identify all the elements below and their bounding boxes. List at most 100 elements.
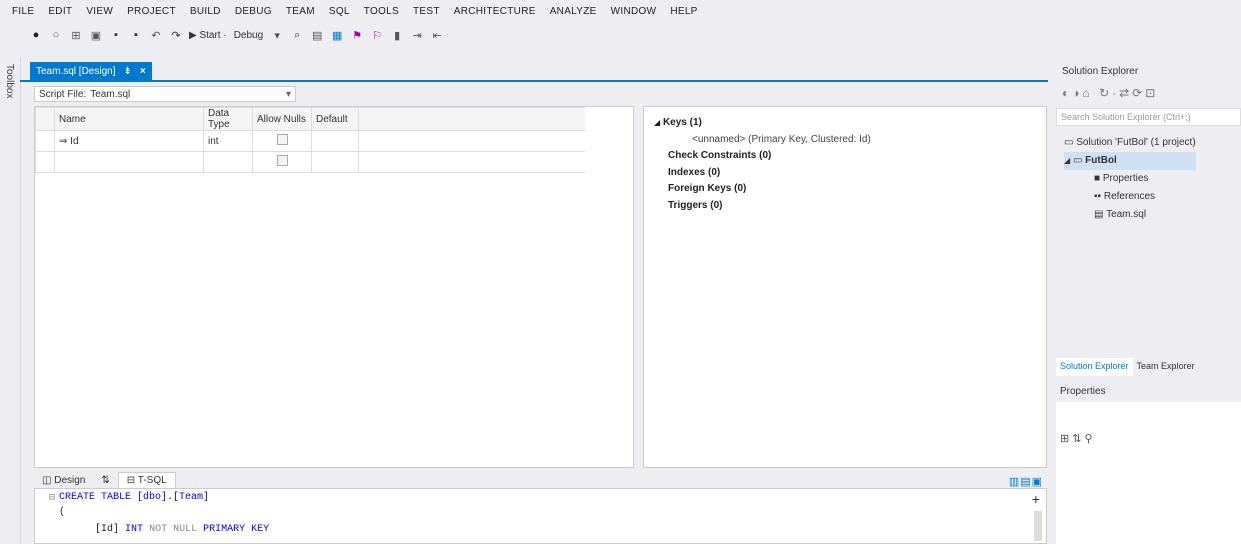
check-constraints-node[interactable]: Check Constraints (0): [654, 148, 871, 165]
indexes-node[interactable]: Indexes (0): [654, 165, 871, 182]
solution-icon: ▭: [1064, 137, 1074, 148]
menu-view[interactable]: VIEW: [79, 6, 120, 17]
data-type-cell[interactable]: int: [203, 130, 253, 152]
tab-solution-explorer[interactable]: Solution Explorer: [1056, 358, 1133, 376]
bookmark-next-icon[interactable]: ⚐: [367, 26, 387, 44]
menu-build[interactable]: BUILD: [183, 6, 228, 17]
find-icon[interactable]: ⌕: [287, 26, 307, 44]
table-row[interactable]: [35, 151, 585, 173]
layout-icon[interactable]: ▤: [307, 26, 327, 44]
primary-key-item[interactable]: <unnamed> (Primary Key, Clustered: Id): [654, 132, 871, 149]
tab-tsql[interactable]: ⊟ T-SQL: [117, 472, 176, 488]
menu-help[interactable]: HELP: [663, 6, 704, 17]
back-icon[interactable]: ●: [26, 26, 46, 44]
swap-panes-icon[interactable]: ⇅: [93, 473, 117, 488]
script-file-selector[interactable]: Script File: Team.sql ▾: [34, 86, 296, 102]
configuration-dropdown[interactable]: Debug: [230, 30, 267, 41]
explorer-tabs: Solution Explorer Team Explorer: [1056, 358, 1241, 376]
keys-node[interactable]: ◢ Keys (1): [654, 115, 871, 132]
pin-icon[interactable]: ⇟: [123, 66, 131, 77]
vertical-scrollbar[interactable]: [1034, 511, 1042, 541]
sql-not-null: NOT NULL: [149, 524, 198, 535]
table-row[interactable]: ⇒ Id int: [35, 130, 585, 152]
toolbox-label[interactable]: Toolbox: [4, 64, 15, 98]
indent-icon[interactable]: ⇥: [407, 26, 427, 44]
tab-design[interactable]: ◫ Design: [34, 473, 93, 488]
sql-line-paren: (: [59, 507, 66, 518]
header-name: Name: [54, 107, 204, 131]
column-name-cell[interactable]: Id: [70, 136, 78, 147]
pane-layout-icons[interactable]: ▥▤▣: [1009, 475, 1043, 488]
menu-test[interactable]: TEST: [406, 6, 447, 17]
wrench-icon: ■: [1094, 173, 1101, 184]
project-node[interactable]: ◢ ▭ FutBol: [1064, 152, 1196, 170]
references-icon: ▪▪: [1094, 191, 1102, 202]
menu-team[interactable]: TEAM: [279, 6, 322, 17]
undo-icon[interactable]: ↶: [146, 26, 166, 44]
start-button[interactable]: ▶ Start ·: [186, 26, 230, 44]
bookmark-icon[interactable]: ⚑: [347, 26, 367, 44]
table-properties-pane: ◢ Keys (1) <unnamed> (Primary Key, Clust…: [643, 106, 1047, 468]
allow-nulls-checkbox[interactable]: [276, 134, 288, 145]
row-marker[interactable]: [35, 151, 55, 173]
references-node[interactable]: ▪▪ References: [1064, 188, 1196, 206]
menu-project[interactable]: PROJECT: [120, 6, 183, 17]
open-icon[interactable]: ▣: [86, 26, 106, 44]
default-cell[interactable]: [311, 151, 359, 173]
sql-primary-key: PRIMARY KEY: [203, 524, 270, 535]
collapse-icon[interactable]: ⊟: [49, 492, 55, 504]
forward-icon[interactable]: ○: [46, 26, 66, 44]
menu-analyze[interactable]: ANALYZE: [543, 6, 604, 17]
keys-tree: ◢ Keys (1) <unnamed> (Primary Key, Clust…: [654, 115, 871, 214]
foreign-keys-node[interactable]: Foreign Keys (0): [654, 181, 871, 198]
default-cell[interactable]: [311, 130, 359, 152]
properties-title: Properties: [1060, 386, 1106, 397]
row-marker[interactable]: [35, 130, 55, 152]
menu-sql[interactable]: SQL: [322, 6, 357, 17]
menu-debug[interactable]: DEBUG: [228, 6, 279, 17]
sql-editor[interactable]: ⊟ CREATE TABLE [dbo].[Team] ( [Id] INT N…: [34, 488, 1047, 544]
properties-node[interactable]: ■ Properties: [1064, 170, 1196, 188]
panel-icon[interactable]: ▦: [327, 26, 347, 44]
triggers-node[interactable]: Triggers (0): [654, 198, 871, 215]
expand-icon[interactable]: ◢: [654, 118, 660, 127]
table-header-row: Name Data Type Allow Nulls Default: [35, 107, 585, 131]
design-icon: ◫: [42, 475, 52, 486]
project-icon: ▭: [1072, 155, 1083, 166]
properties-toolbar[interactable]: ⊞ ⇅ ⚲: [1060, 432, 1093, 445]
solution-explorer-title: Solution Explorer: [1062, 66, 1139, 77]
menu-edit[interactable]: EDIT: [41, 6, 79, 17]
menu-tools[interactable]: TOOLS: [357, 6, 406, 17]
solution-search-input[interactable]: Search Solution Explorer (Ctrl+;): [1056, 108, 1241, 126]
outdent-icon[interactable]: ⇤: [427, 26, 447, 44]
select-all-cell[interactable]: [35, 107, 55, 131]
data-type-cell[interactable]: [203, 151, 253, 173]
primary-key-icon: ⇒: [59, 135, 68, 147]
menu-bar: FILE EDIT VIEW PROJECT BUILD DEBUG TEAM …: [0, 0, 1241, 22]
save-icon[interactable]: ▪: [106, 26, 126, 44]
header-data-type: Data Type: [203, 107, 253, 131]
save-all-icon[interactable]: ▪: [126, 26, 146, 44]
column-name-cell[interactable]: [54, 151, 204, 173]
close-tab-icon[interactable]: ×: [140, 66, 146, 77]
dropdown-arrow-icon[interactable]: ▾: [267, 26, 287, 44]
team-sql-node[interactable]: ▤ Team.sql: [1064, 206, 1196, 224]
expand-icon[interactable]: ◢: [1064, 156, 1070, 165]
document-tab[interactable]: Team.sql [Design] ⇟ ×: [30, 62, 152, 80]
new-project-icon[interactable]: ⊞: [66, 26, 86, 44]
menu-architecture[interactable]: ARCHITECTURE: [447, 6, 543, 17]
script-file-value: Team.sql: [90, 88, 131, 100]
menu-window[interactable]: WINDOW: [604, 6, 664, 17]
menu-file[interactable]: FILE: [0, 6, 41, 17]
script-file-label: Script File:: [39, 88, 87, 100]
allow-nulls-checkbox[interactable]: [276, 155, 288, 166]
solution-node[interactable]: ▭ Solution 'FutBol' (1 project): [1064, 134, 1196, 152]
solution-explorer-toolbar[interactable]: ◐◑⌂ ↻·⇄⟳⊡: [1062, 86, 1158, 100]
zoom-plus-icon[interactable]: +: [1032, 493, 1040, 509]
redo-icon[interactable]: ↷: [166, 26, 186, 44]
tab-team-explorer[interactable]: Team Explorer: [1133, 358, 1199, 376]
toolbox-strip[interactable]: Toolbox: [0, 58, 21, 544]
header-allow-nulls: Allow Nulls: [252, 107, 312, 131]
chevron-down-icon[interactable]: ▾: [286, 89, 291, 100]
comment-icon[interactable]: ▮: [387, 26, 407, 44]
